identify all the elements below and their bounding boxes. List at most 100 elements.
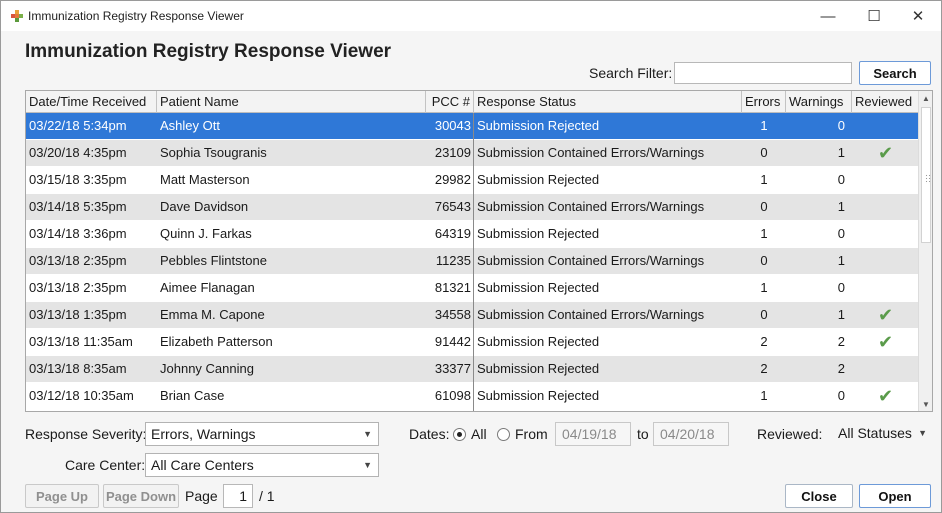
cell-warnings: 1 — [837, 199, 845, 214]
cell-status: Submission Rejected — [477, 226, 600, 241]
cell-patient: Brian Case — [160, 388, 225, 403]
chevron-down-icon: ▼ — [363, 460, 372, 470]
severity-label: Response Severity: — [25, 426, 147, 442]
cell-pcc: 29982 — [434, 172, 471, 187]
reviewed-select[interactable]: All Statuses ▼ — [833, 422, 933, 446]
cell-pcc: 81321 — [434, 280, 471, 295]
cell-errors: 1 — [760, 226, 768, 241]
scroll-down-icon[interactable]: ▼ — [919, 397, 932, 411]
cell-status: Submission Contained Errors/Warnings — [477, 253, 705, 268]
cell-errors: 2 — [760, 361, 768, 376]
chevron-down-icon: ▼ — [918, 428, 927, 438]
column-header-status[interactable]: Response Status — [474, 91, 742, 113]
cell-received: 03/13/18 11:35am — [29, 334, 133, 349]
cell-errors: 0 — [760, 145, 768, 160]
scroll-up-icon[interactable]: ▲ — [919, 91, 932, 105]
cell-received: 03/15/18 3:35pm — [29, 172, 127, 187]
cell-errors: 1 — [760, 280, 768, 295]
care-center-value: All Care Centers — [151, 457, 254, 473]
column-header-pcc[interactable]: PCC # — [426, 91, 474, 113]
cell-errors: 1 — [760, 118, 768, 133]
cell-patient: Sophia Tsougranis — [160, 145, 267, 160]
minimize-button[interactable]: — — [805, 1, 851, 31]
severity-select[interactable]: Errors, Warnings ▼ — [145, 422, 379, 446]
cell-patient: Matt Masterson — [160, 172, 250, 187]
search-button[interactable]: Search — [859, 61, 931, 85]
cell-status: Submission Contained Errors/Warnings — [477, 307, 705, 322]
window-title: Immunization Registry Response Viewer — [28, 9, 244, 23]
cell-reviewed — [852, 248, 919, 274]
cell-reviewed — [852, 275, 919, 301]
cell-reviewed — [852, 356, 919, 382]
column-header-errors[interactable]: Errors — [742, 91, 786, 113]
care-center-select[interactable]: All Care Centers ▼ — [145, 453, 379, 477]
page-title: Immunization Registry Response Viewer — [25, 41, 392, 62]
column-header-patient[interactable]: Patient Name — [157, 91, 426, 113]
dates-from-radio[interactable] — [497, 428, 510, 441]
open-button[interactable]: Open — [859, 484, 931, 508]
search-filter-label: Search Filter: — [589, 65, 673, 81]
dates-all-radio[interactable] — [453, 428, 466, 441]
cell-pcc: 34558 — [434, 307, 471, 322]
page-up-button[interactable]: Page Up — [25, 484, 99, 508]
column-header-warnings[interactable]: Warnings — [786, 91, 852, 113]
cell-patient: Elizabeth Patterson — [160, 334, 273, 349]
chevron-down-icon: ▼ — [363, 429, 372, 439]
search-filter-input[interactable] — [674, 62, 852, 84]
cell-status: Submission Rejected — [477, 172, 600, 187]
cell-patient: Aimee Flanagan — [160, 280, 255, 295]
cell-warnings: 2 — [837, 361, 845, 376]
page-number-input[interactable]: 1 — [223, 484, 253, 508]
cell-warnings: 0 — [837, 280, 845, 295]
cell-received: 03/13/18 2:35pm — [29, 280, 127, 295]
reviewed-value: All Statuses — [838, 425, 912, 441]
dates-to-label: to — [637, 426, 649, 442]
scrollbar-thumb[interactable] — [921, 107, 931, 243]
care-center-label: Care Center: — [65, 457, 146, 473]
cell-warnings: 0 — [837, 226, 845, 241]
column-header-reviewed[interactable]: Reviewed — [852, 91, 919, 113]
check-icon: ✔ — [877, 332, 894, 352]
cell-errors: 0 — [760, 199, 768, 214]
cell-warnings: 1 — [837, 145, 845, 160]
cell-received: 03/13/18 1:35pm — [29, 307, 127, 322]
cell-warnings: 0 — [837, 172, 845, 187]
cell-pcc: 91442 — [434, 334, 471, 349]
cell-received: 03/13/18 8:35am — [29, 361, 127, 376]
cell-warnings: 0 — [837, 388, 845, 403]
cell-errors: 1 — [760, 388, 768, 403]
cell-patient: Quinn J. Farkas — [160, 226, 252, 241]
cell-received: 03/20/18 4:35pm — [29, 145, 127, 160]
cell-received: 03/13/18 2:35pm — [29, 253, 127, 268]
severity-value: Errors, Warnings — [151, 426, 256, 442]
cell-patient: Pebbles Flintstone — [160, 253, 267, 268]
dates-label: Dates: — [409, 426, 450, 442]
reviewed-filter-label: Reviewed: — [757, 426, 823, 442]
cell-pcc: 61098 — [434, 388, 471, 403]
page-total: / 1 — [259, 488, 275, 504]
page-down-button[interactable]: Page Down — [103, 484, 179, 508]
cell-pcc: 76543 — [434, 199, 471, 214]
cell-received: 03/12/18 10:35am — [29, 388, 134, 403]
plus-cross-icon — [11, 10, 23, 22]
check-icon: ✔ — [877, 386, 894, 406]
close-window-button[interactable]: ✕ — [895, 1, 941, 31]
cell-pcc: 33377 — [434, 361, 471, 376]
cell-reviewed — [852, 194, 919, 220]
close-button[interactable]: Close — [785, 484, 853, 508]
cell-status: Submission Rejected — [477, 334, 600, 349]
cell-pcc: 11235 — [435, 253, 471, 268]
main-window: Immunization Registry Response Viewer — … — [0, 0, 942, 513]
cell-received: 03/14/18 5:35pm — [29, 199, 127, 214]
check-icon: ✔ — [877, 143, 894, 163]
cell-received: 03/22/18 5:34pm — [29, 118, 127, 133]
maximize-button[interactable]: ☐ — [851, 1, 897, 31]
to-date-field[interactable]: 04/20/18 — [653, 422, 729, 446]
column-divider — [473, 113, 474, 411]
dates-from-label: From — [515, 426, 548, 442]
column-header-received[interactable]: Date/Time Received — [26, 91, 157, 113]
vertical-scrollbar[interactable]: ▲ ▼ — [918, 91, 932, 411]
cell-status: Submission Contained Errors/Warnings — [477, 199, 705, 214]
from-date-field[interactable]: 04/19/18 — [555, 422, 631, 446]
title-bar[interactable]: Immunization Registry Response Viewer — … — [1, 1, 941, 31]
